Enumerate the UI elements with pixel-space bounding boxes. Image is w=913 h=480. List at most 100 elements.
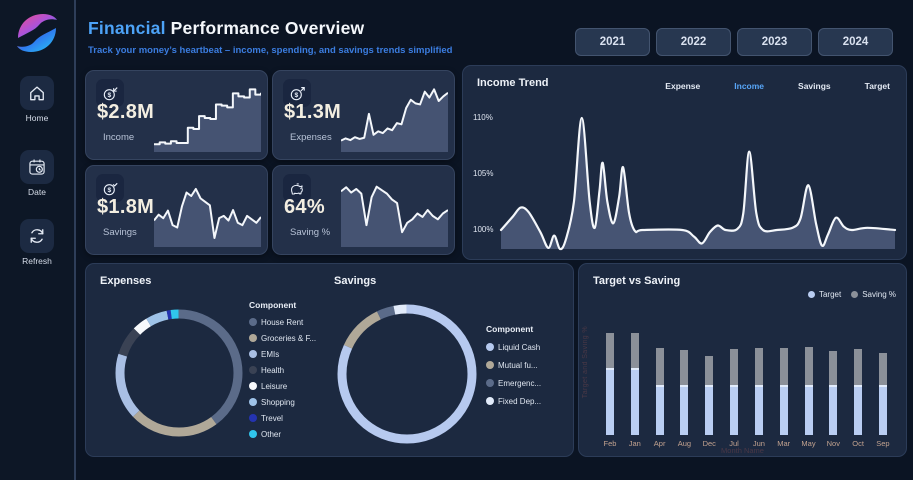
bar-oct[interactable]: Oct (847, 349, 869, 448)
bar-nov[interactable]: Nov (822, 351, 844, 448)
trend-tab-expense[interactable]: Expense (665, 81, 700, 91)
kpi-card-savings[interactable]: $ $1.8M Savings (85, 165, 268, 255)
target-segment[interactable] (705, 385, 713, 435)
target-segment[interactable] (730, 385, 738, 435)
bar-stack (879, 353, 887, 435)
legend-item-mutual-fu-[interactable]: Mutual fu... (486, 356, 571, 374)
expenses-legend-items: House Rent Groceries & F...EMIsHealthLeis… (249, 314, 347, 442)
dashboard: Home Date Refresh (0, 0, 913, 480)
target-segment[interactable] (656, 385, 664, 435)
target-segment[interactable] (879, 385, 887, 435)
saving-segment[interactable] (680, 350, 688, 385)
saving-segment[interactable] (805, 347, 813, 385)
expenses-donut-chart[interactable] (114, 308, 244, 438)
trend-tabs: Expense Income Savings Target (665, 81, 890, 91)
bar-sep[interactable]: Sep (872, 353, 894, 448)
bar-legend-item-target[interactable]: Target (808, 290, 841, 299)
app-logo (10, 5, 64, 66)
target-segment[interactable] (680, 385, 688, 435)
bar-stack (656, 348, 664, 435)
bar-stack (606, 333, 614, 435)
target-segment[interactable] (829, 385, 837, 435)
home-icon (20, 76, 54, 110)
saving-segment[interactable] (755, 348, 763, 385)
bar-jul[interactable]: Jul (723, 349, 745, 448)
sidebar-item-home[interactable]: Home (0, 76, 74, 123)
bar-mar[interactable]: Mar (773, 348, 795, 448)
saving-segment[interactable] (879, 353, 887, 385)
year-button-2022[interactable]: 2022 (656, 28, 731, 56)
year-button-2021[interactable]: 2021 (575, 28, 650, 56)
saving-segment[interactable] (656, 348, 664, 385)
y-axis-tick: 100% (473, 225, 493, 234)
legend-item-other[interactable]: Other (249, 426, 347, 442)
kpi-label-savings: Savings (103, 227, 137, 238)
bar-chart-ylabel: Target and Saving % (582, 326, 589, 398)
kpi-value-income: $2.8M (97, 101, 154, 124)
legend-label: Mutual fu... (498, 361, 538, 370)
income-sparkline (154, 85, 261, 152)
bar-feb[interactable]: Feb (599, 333, 621, 448)
legend-dot (486, 397, 494, 405)
legend-item-fixed-dep-[interactable]: Fixed Dep... (486, 392, 571, 410)
legend-dot (851, 291, 858, 298)
bar-stack (730, 349, 738, 435)
bar-stack (755, 348, 763, 435)
target-segment[interactable] (631, 368, 639, 435)
kpi-card-income[interactable]: $ $2.8M Income (85, 70, 268, 160)
bar-stack (854, 349, 862, 435)
target-segment[interactable] (755, 385, 763, 435)
saving-segment[interactable] (780, 348, 788, 385)
bar-jan[interactable]: Jan (624, 333, 646, 448)
target-segment[interactable] (854, 385, 862, 435)
trend-tab-income[interactable]: Income (734, 81, 764, 91)
year-button-2023[interactable]: 2023 (737, 28, 812, 56)
legend-dot (249, 350, 257, 358)
sidebar-item-refresh[interactable]: Refresh (0, 219, 74, 266)
target-segment[interactable] (805, 385, 813, 435)
trend-tab-savings[interactable]: Savings (798, 81, 831, 91)
bar-aug[interactable]: Aug (673, 350, 695, 448)
saving-segment[interactable] (606, 333, 614, 368)
bar-may[interactable]: May (798, 347, 820, 448)
savings-legend: Component Liquid CashMutual fu...Emergen… (486, 324, 571, 410)
legend-item-emis[interactable]: EMIs (249, 346, 347, 362)
income-trend-chart[interactable] (467, 104, 902, 255)
saving-segment[interactable] (829, 351, 837, 385)
legend-dot (249, 334, 257, 342)
bar-jun[interactable]: Jun (748, 348, 770, 448)
saving-segment[interactable] (705, 356, 713, 385)
legend-item-health[interactable]: Health (249, 362, 347, 378)
saving-segment[interactable] (854, 349, 862, 385)
bar-legend-item-saving-[interactable]: Saving % (851, 290, 896, 299)
legend-label: Other (261, 430, 281, 439)
savings-sparkline (154, 180, 261, 247)
kpi-card-expenses[interactable]: $ $1.3M Expenses (272, 70, 455, 160)
legend-item-emergenc-[interactable]: Emergenc... (486, 374, 571, 392)
savings-legend-items: Liquid Cash Mutual fu... Emergenc...Fixed … (486, 338, 571, 410)
year-button-2024[interactable]: 2024 (818, 28, 893, 56)
income-trend-panel: Income Trend ExpenseIncomeSavingsTarget … (462, 65, 907, 260)
bar-apr[interactable]: Apr (649, 348, 671, 448)
y-axis-tick: 105% (473, 169, 493, 178)
trend-tab-target[interactable]: Target (865, 81, 890, 91)
legend-item-liquid-cash[interactable]: Liquid Cash (486, 338, 571, 356)
legend-label: House Rent (261, 318, 303, 327)
bar-dec[interactable]: Dec (698, 356, 720, 448)
legend-item-trevel[interactable]: Trevel (249, 410, 347, 426)
bar-stack (631, 333, 639, 435)
sidebar-item-date[interactable]: Date (0, 150, 74, 197)
saving-segment[interactable] (631, 333, 639, 368)
kpi-card-saving-pct[interactable]: 64% Saving % (272, 165, 455, 255)
savings-title: Savings (334, 275, 376, 287)
saving-segment[interactable] (730, 349, 738, 385)
legend-item-groceries-f-[interactable]: Groceries & F... (249, 330, 347, 346)
legend-label: Shopping (261, 398, 295, 407)
legend-item-shopping[interactable]: Shopping (249, 394, 347, 410)
legend-item-leisure[interactable]: Leisure (249, 378, 347, 394)
bars: FebJanAprAugDecJulJunMarMayNovOctSep (599, 333, 894, 448)
legend-item-house-rent[interactable]: House Rent (249, 314, 347, 330)
target-segment[interactable] (780, 385, 788, 435)
target-segment[interactable] (606, 368, 614, 435)
savings-donut-chart[interactable] (336, 303, 478, 445)
